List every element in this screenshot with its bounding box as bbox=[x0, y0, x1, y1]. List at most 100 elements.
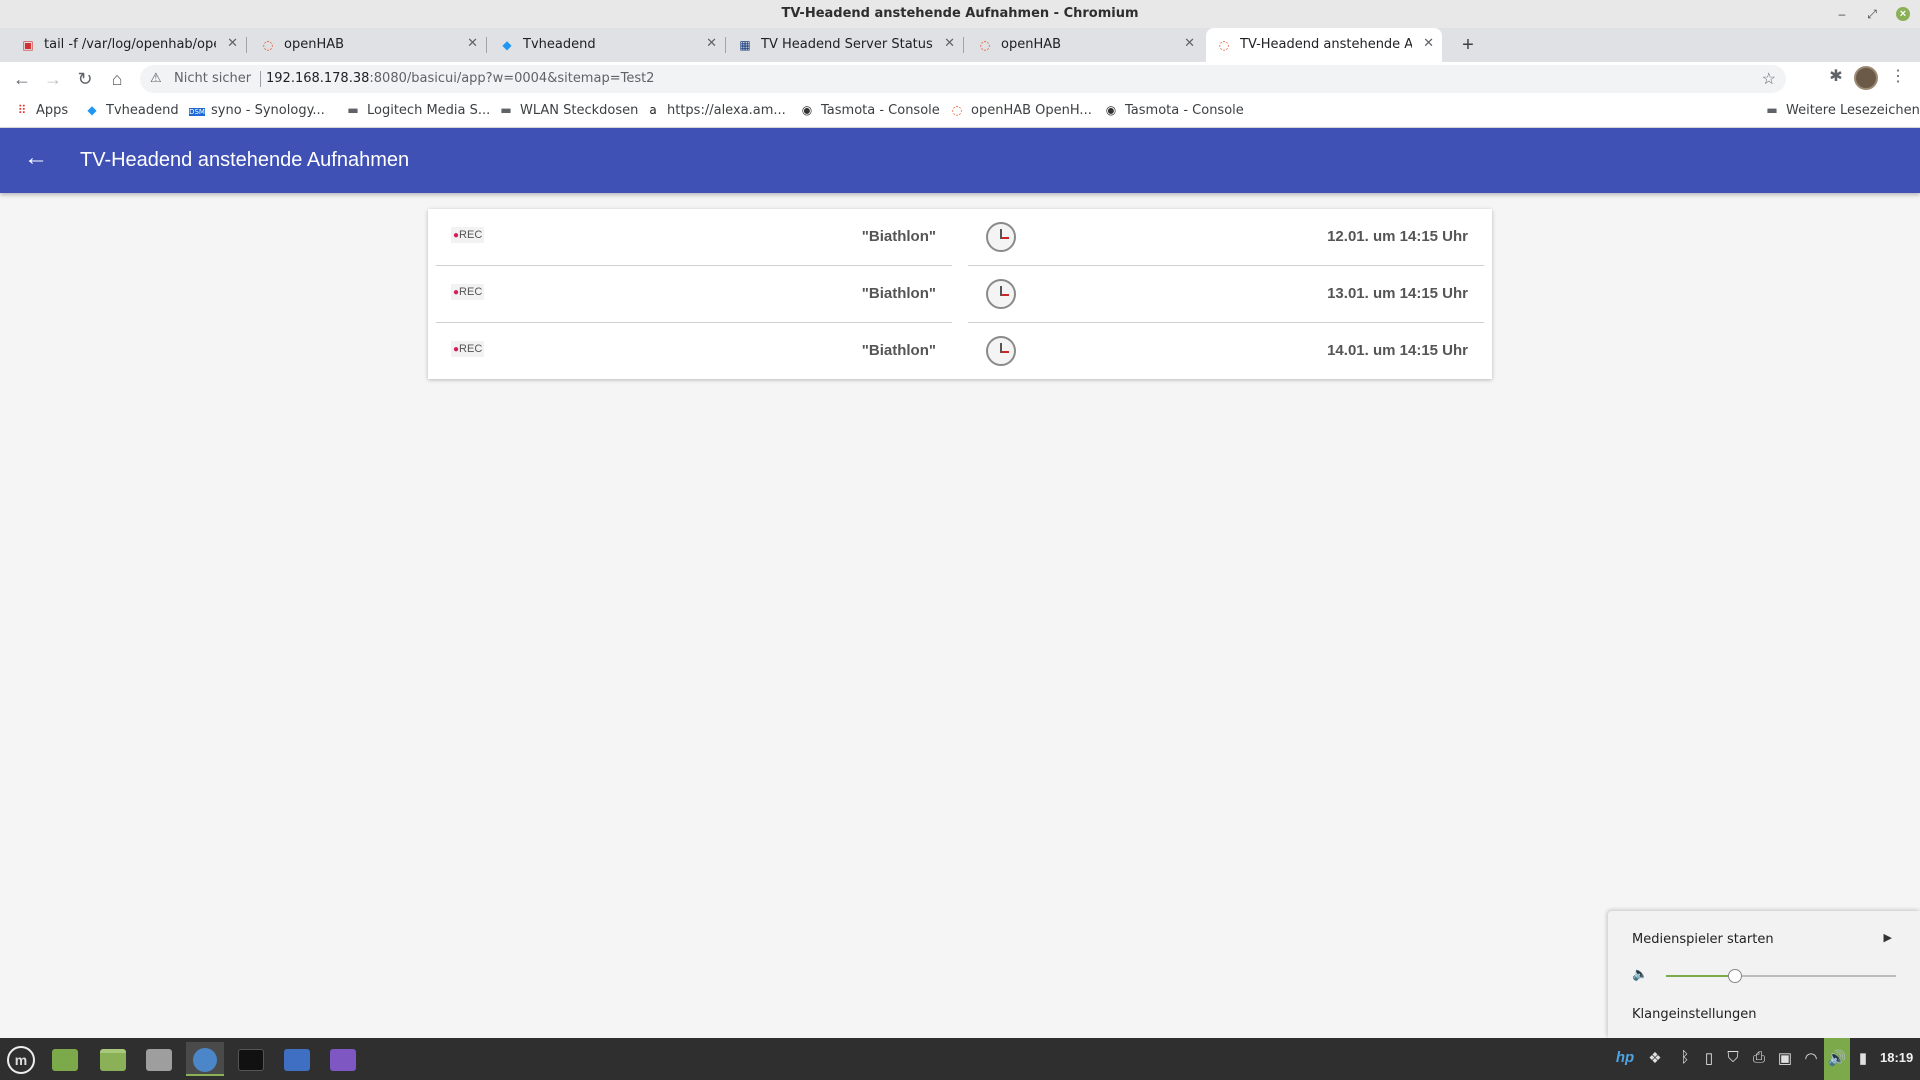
recording-time: 12.01. um 14:15 Uhr bbox=[1327, 228, 1468, 245]
volume-handle[interactable] bbox=[1728, 969, 1742, 983]
url-text[interactable]: 192.168.178.38:8080/basicui/app?w=0004&s… bbox=[266, 71, 654, 86]
files-icon[interactable] bbox=[94, 1042, 132, 1076]
recording-title: "Biathlon" bbox=[861, 285, 936, 302]
sound-settings-item[interactable]: Klangeinstellungen bbox=[1632, 1007, 1757, 1022]
submenu-arrow-icon: ▶ bbox=[1883, 932, 1892, 944]
speaker-icon[interactable]: 🔈 bbox=[1632, 966, 1648, 982]
volume-fill bbox=[1666, 975, 1735, 977]
bookmark-synology[interactable]: DSM syno - Synology... bbox=[189, 103, 325, 118]
extensions-puzzle-icon[interactable]: ✱ bbox=[1824, 66, 1848, 86]
recording-time-row: 12.01. um 14:15 Uhr bbox=[968, 209, 1484, 266]
bookmark-apps[interactable]: ⠿ Apps bbox=[14, 103, 69, 118]
clipboard-icon[interactable]: ▯ bbox=[1698, 1049, 1720, 1067]
shield-icon[interactable]: ⛉ bbox=[1722, 1049, 1744, 1066]
bookmark-star-icon[interactable]: ☆ bbox=[1762, 69, 1776, 89]
settings-icon[interactable] bbox=[140, 1042, 178, 1076]
recording-title-row: ●REC "Biathlon" bbox=[436, 209, 952, 266]
bookmark-logitech[interactable]: ▬ Logitech Media S... bbox=[345, 103, 490, 118]
browser-toolbar: ← → ↻ ⌂ ⚠ Nicht sicher 192.168.178.38:80… bbox=[0, 62, 1920, 96]
rec-icon: ●REC bbox=[451, 227, 485, 243]
window-title: TV-Headend anstehende Aufnahmen - Chromi… bbox=[781, 6, 1139, 21]
close-tab-icon[interactable]: ✕ bbox=[1184, 36, 1195, 51]
terminal-icon[interactable] bbox=[232, 1042, 270, 1076]
close-tab-icon[interactable]: ✕ bbox=[467, 36, 478, 51]
hp-icon[interactable]: hp bbox=[1614, 1049, 1636, 1066]
close-tab-icon[interactable]: ✕ bbox=[706, 36, 717, 51]
close-tab-icon[interactable]: ✕ bbox=[227, 36, 238, 51]
dropbox-icon[interactable]: ❖ bbox=[1644, 1049, 1666, 1067]
tab-openhab-2[interactable]: ◌ openHAB ✕ bbox=[967, 28, 1203, 62]
openhab-icon: ◌ bbox=[262, 38, 274, 52]
back-arrow-icon[interactable]: ← bbox=[24, 144, 48, 172]
warning-icon: ⚠ bbox=[150, 70, 162, 85]
folder-icon: ▬ bbox=[500, 103, 512, 117]
recording-time-row: 13.01. um 14:15 Uhr bbox=[968, 266, 1484, 323]
recording-title: "Biathlon" bbox=[861, 228, 936, 245]
show-desktop-icon[interactable] bbox=[46, 1042, 84, 1076]
volume-icon[interactable]: 🔊 bbox=[1824, 1038, 1850, 1080]
folder-icon: ▬ bbox=[347, 103, 359, 117]
bluetooth-icon[interactable]: ᛒ bbox=[1674, 1049, 1696, 1066]
profile-avatar[interactable] bbox=[1854, 66, 1878, 90]
volume-slider[interactable] bbox=[1666, 969, 1896, 983]
recording-time: 13.01. um 14:15 Uhr bbox=[1327, 285, 1468, 302]
sound-popup: Medienspieler starten ▶ 🔈 Klangeinstellu… bbox=[1608, 911, 1920, 1038]
recordings-card: ●REC "Biathlon" 12.01. um 14:15 Uhr ●REC… bbox=[428, 209, 1492, 379]
printer-icon[interactable]: ⎙ bbox=[1748, 1049, 1770, 1066]
menu-kebab-icon[interactable]: ⋮ bbox=[1888, 66, 1908, 86]
mail-icon[interactable] bbox=[278, 1042, 316, 1076]
forum-icon: ▦ bbox=[739, 38, 751, 52]
wifi-icon[interactable]: ◠ bbox=[1800, 1049, 1822, 1067]
close-tab-icon[interactable]: ✕ bbox=[1423, 36, 1434, 51]
mint-menu-icon[interactable]: m bbox=[2, 1042, 40, 1076]
recording-time-row: 14.01. um 14:15 Uhr bbox=[968, 323, 1484, 380]
minimize-button[interactable]: – bbox=[1832, 4, 1852, 24]
dsm-icon: DSM bbox=[189, 108, 205, 116]
bookmark-wlan[interactable]: ▬ WLAN Steckdosen bbox=[498, 103, 638, 118]
folder-icon: ▬ bbox=[1766, 103, 1778, 117]
openhab-icon: ◌ bbox=[1218, 38, 1230, 52]
tab-forum[interactable]: ▦ TV Headend Server Status in Sitemap ✕ bbox=[727, 28, 964, 62]
bookmark-openhab[interactable]: ◌ openHAB OpenH... bbox=[949, 103, 1092, 118]
home-icon[interactable]: ⌂ bbox=[105, 67, 129, 91]
bookmark-tasmota-2[interactable]: ◉ Tasmota - Console bbox=[1103, 103, 1244, 118]
tab-openhab-log[interactable]: ▣ tail -f /var/log/openhab/openhab.log ✕ bbox=[10, 28, 247, 62]
tab-tvheadend[interactable]: ◆ Tvheadend ✕ bbox=[489, 28, 726, 62]
forward-arrow-icon[interactable]: → bbox=[41, 67, 65, 91]
notes-icon[interactable] bbox=[324, 1042, 362, 1076]
address-bar[interactable]: ⚠ Nicht sicher 192.168.178.38:8080/basic… bbox=[140, 65, 1786, 93]
tab-strip: ▣ tail -f /var/log/openhab/openhab.log ✕… bbox=[0, 28, 1920, 62]
clock[interactable]: 18:19 bbox=[1880, 1050, 1913, 1065]
media-player-item[interactable]: Medienspieler starten bbox=[1632, 932, 1774, 947]
tasmota-icon: ◉ bbox=[1105, 103, 1117, 117]
new-tab-button[interactable]: + bbox=[1454, 32, 1482, 58]
back-arrow-icon[interactable]: ← bbox=[10, 67, 34, 91]
apps-grid-icon: ⠿ bbox=[17, 103, 27, 117]
bookmark-tasmota-1[interactable]: ◉ Tasmota - Console bbox=[799, 103, 940, 118]
rec-icon: ●REC bbox=[451, 284, 485, 300]
maximize-button[interactable]: ⤢ bbox=[1862, 4, 1882, 24]
clock-icon bbox=[986, 336, 1016, 366]
bookmark-alexa[interactable]: a https://alexa.am... bbox=[645, 103, 785, 118]
close-window-button[interactable]: × bbox=[1896, 7, 1910, 21]
tab-active-recordings[interactable]: ◌ TV-Headend anstehende Aufnahmen ✕ bbox=[1206, 28, 1442, 62]
clock-icon bbox=[986, 279, 1016, 309]
tvheadend-icon: ◆ bbox=[87, 103, 97, 117]
bookmark-tvheadend[interactable]: ◆ Tvheadend bbox=[84, 103, 178, 118]
battery-icon[interactable]: ▮ bbox=[1852, 1049, 1874, 1067]
page-title: TV-Headend anstehende Aufnahmen bbox=[80, 149, 410, 171]
openhab-icon: ◌ bbox=[951, 103, 963, 117]
chromium-icon[interactable] bbox=[186, 1042, 224, 1076]
rec-icon: ●REC bbox=[451, 341, 485, 357]
recording-title: "Biathlon" bbox=[861, 342, 936, 359]
close-tab-icon[interactable]: ✕ bbox=[944, 36, 955, 51]
window-titlebar: TV-Headend anstehende Aufnahmen - Chromi… bbox=[0, 0, 1920, 28]
recording-time: 14.01. um 14:15 Uhr bbox=[1327, 342, 1468, 359]
tab-openhab-1[interactable]: ◌ openHAB ✕ bbox=[250, 28, 487, 62]
bookmark-more[interactable]: ▬ Weitere Lesezeichen bbox=[1764, 103, 1920, 118]
update-icon[interactable]: ▣ bbox=[1774, 1049, 1796, 1067]
app-header: ← TV-Headend anstehende Aufnahmen bbox=[0, 128, 1920, 193]
recording-title-row: ●REC "Biathlon" bbox=[436, 266, 952, 323]
security-status[interactable]: Nicht sicher bbox=[174, 71, 251, 86]
reload-icon[interactable]: ↻ bbox=[73, 67, 97, 91]
